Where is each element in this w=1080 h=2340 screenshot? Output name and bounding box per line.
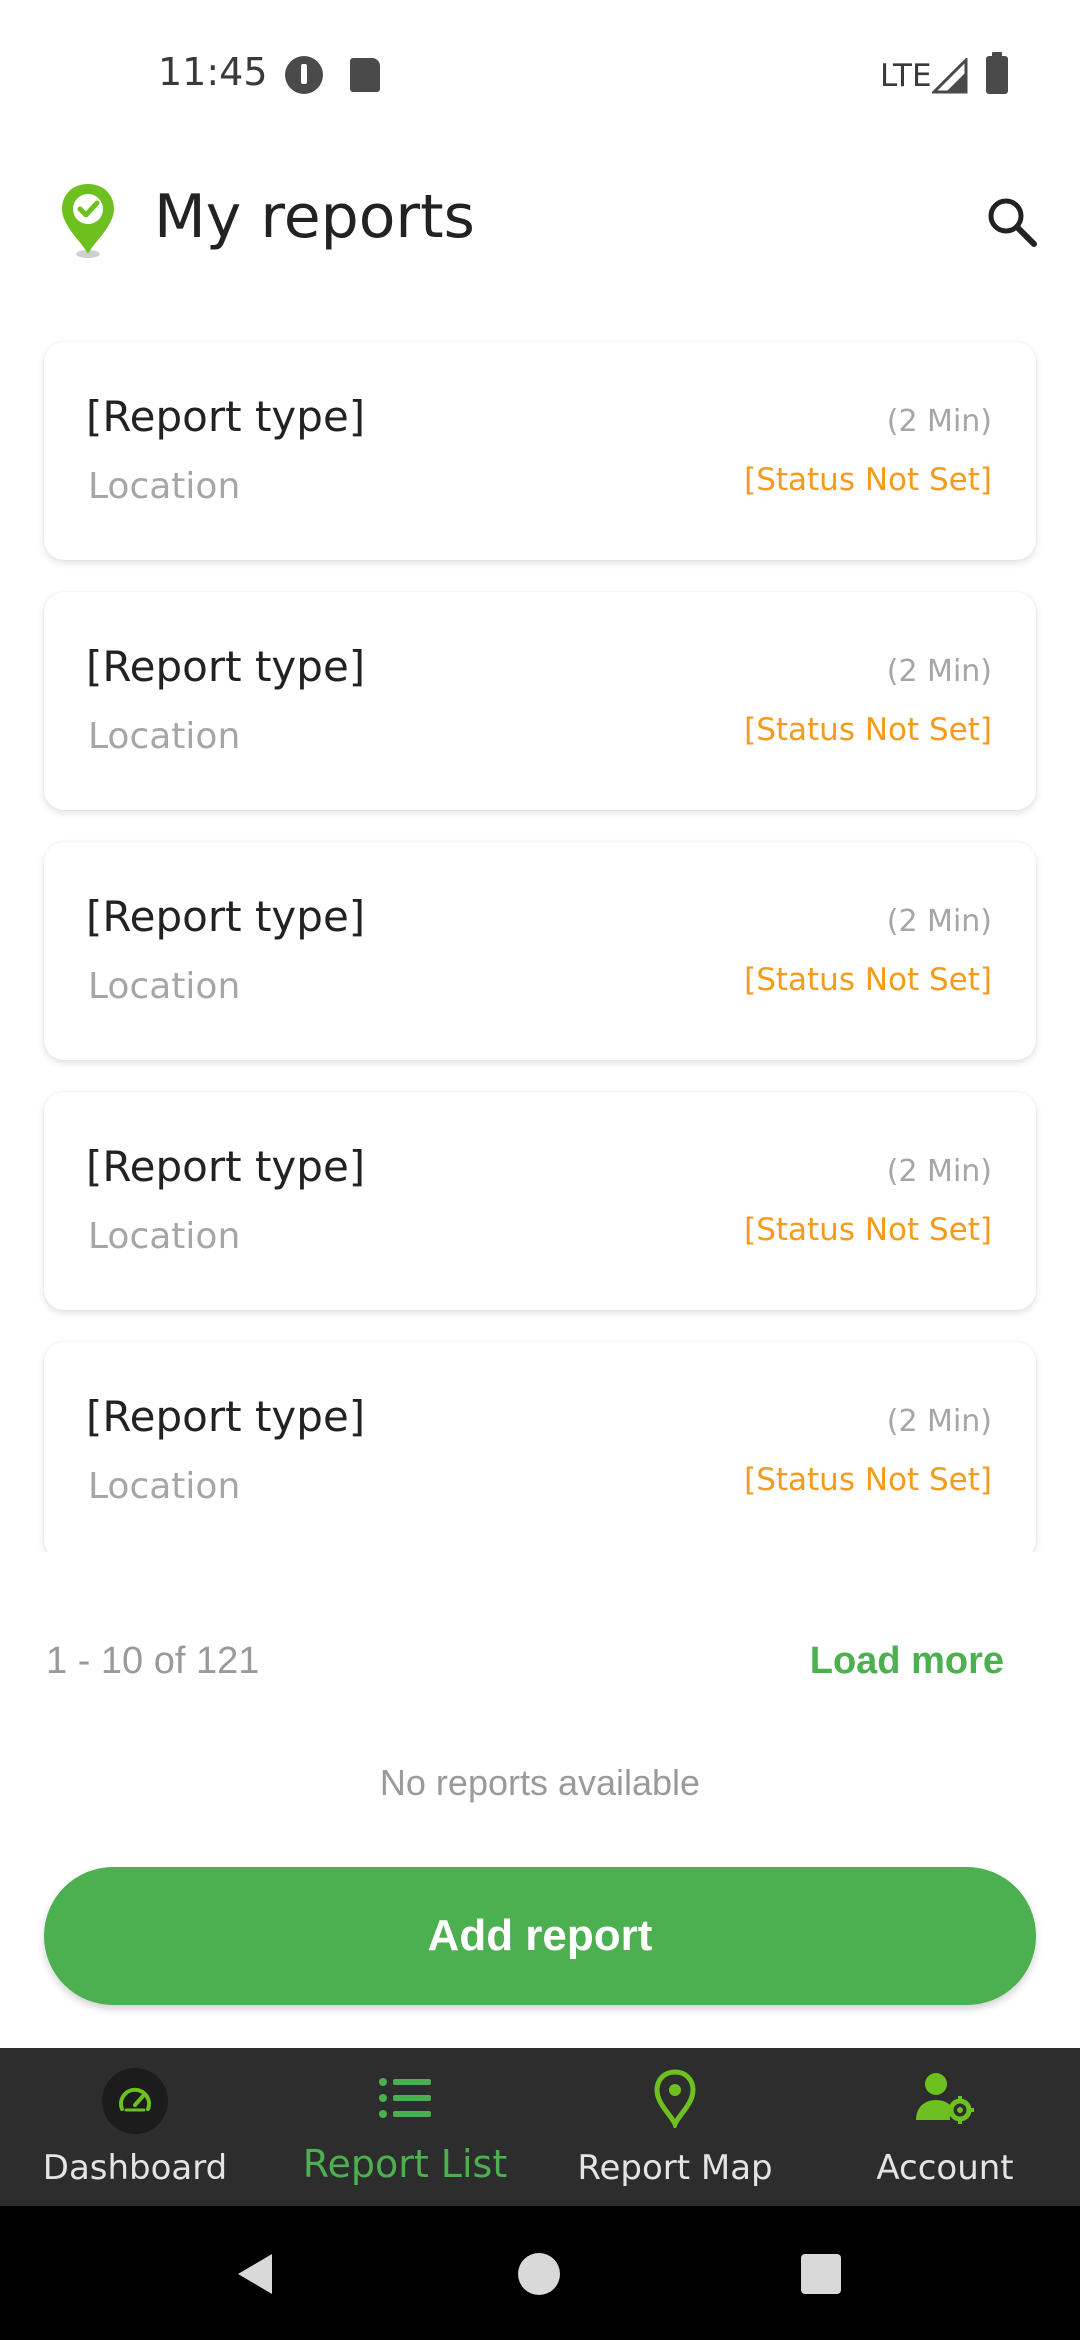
report-time: (2 Min) [886,404,992,439]
report-card[interactable]: [Report type] Location (2 Min) [Status N… [44,592,1036,810]
report-card[interactable]: [Report type] Location (2 Min) [Status N… [44,342,1036,560]
report-status: [Status Not Set] [744,962,992,998]
signal-icon [932,58,968,94]
report-type: [Report type] [86,1392,366,1441]
report-card[interactable]: [Report type] Location (2 Min) [Status N… [44,1342,1036,1552]
nav-label-report-list: Report List [302,2142,508,2186]
report-time: (2 Min) [886,904,992,939]
report-location: Location [88,1466,241,1507]
report-status: [Status Not Set] [744,1212,992,1248]
recents-icon[interactable] [801,2254,841,2294]
report-card[interactable]: [Report type] Location (2 Min) [Status N… [44,1092,1036,1310]
sd-card-icon [350,58,380,92]
network-type-label: LTE [880,58,932,94]
speedometer-icon [102,2068,168,2134]
report-type: [Report type] [86,392,366,441]
nav-label-dashboard: Dashboard [42,2148,228,2188]
report-location: Location [88,466,241,507]
status-bar: 11:45 LTE [0,0,1080,150]
report-card[interactable]: [Report type] Location (2 Min) [Status N… [44,842,1036,1060]
back-icon[interactable] [234,2252,276,2296]
report-location: Location [88,966,241,1007]
report-type: [Report type] [86,1142,366,1191]
system-nav-bar [0,2206,1080,2340]
report-time: (2 Min) [886,1404,992,1439]
report-list[interactable]: [Report type] Location (2 Min) [Status N… [0,330,1080,1552]
battery-icon [986,52,1008,94]
bottom-nav: Dashboard Report List Report Map Account [0,2048,1080,2206]
nav-label-account: Account [876,2148,1014,2188]
report-time: (2 Min) [886,654,992,689]
empty-state-text: No reports available [379,1762,701,1803]
report-time: (2 Min) [886,1154,992,1189]
app-header: My reports [0,150,1080,290]
nav-item-dashboard[interactable]: Dashboard [0,2048,270,2206]
report-type: [Report type] [86,892,366,941]
map-pin-icon [654,2069,696,2128]
report-status: [Status Not Set] [744,462,992,498]
page-title: My reports [154,182,475,252]
load-more-button[interactable]: Load more [810,1640,1004,1683]
nav-item-report-map[interactable]: Report Map [540,2048,810,2206]
list-icon [379,2078,431,2118]
report-type: [Report type] [86,642,366,691]
add-report-button[interactable]: Add report [44,1867,1036,2005]
report-location: Location [88,716,241,757]
account-settings-icon [916,2073,974,2124]
location-check-pin-icon [62,184,114,258]
report-status: [Status Not Set] [744,712,992,748]
search-icon[interactable] [982,192,1042,252]
pagination-text: 1 - 10 of 121 [46,1640,260,1682]
report-status: [Status Not Set] [744,1462,992,1498]
nav-label-report-map: Report Map [577,2148,773,2188]
home-icon[interactable] [518,2253,560,2295]
status-time: 11:45 [158,50,268,94]
report-location: Location [88,1216,241,1257]
notification-icon [285,56,323,94]
nav-item-report-list[interactable]: Report List [270,2048,540,2206]
nav-item-account[interactable]: Account [810,2048,1080,2206]
